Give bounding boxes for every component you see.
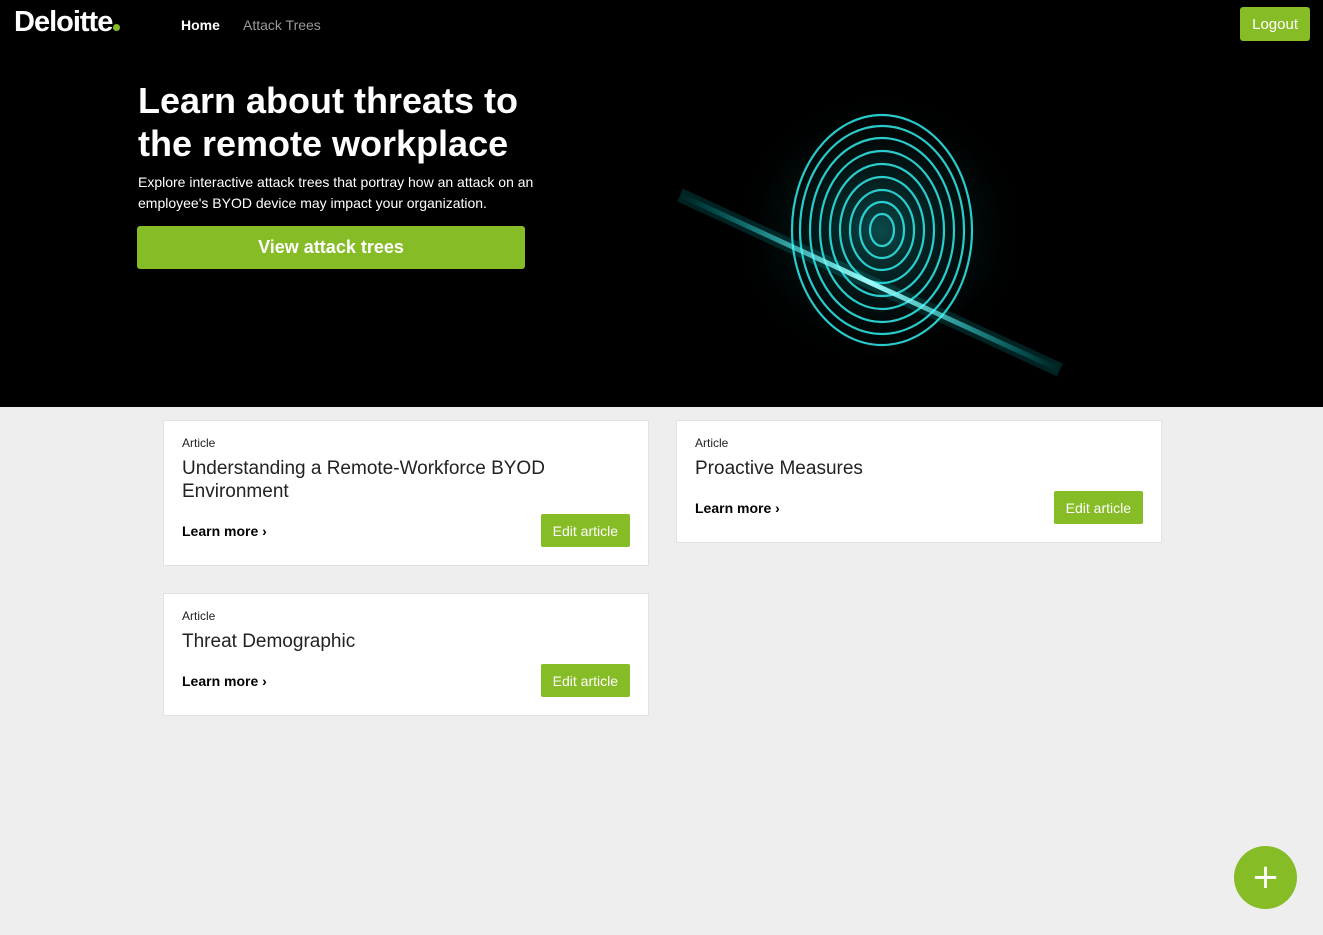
- article-card: Article Understanding a Remote-Workforce…: [163, 420, 649, 566]
- article-kicker: Article: [182, 609, 216, 623]
- plus-icon: +: [1251, 857, 1280, 897]
- edit-article-button[interactable]: Edit article: [540, 664, 630, 697]
- brand-logo[interactable]: Deloitte: [14, 6, 121, 39]
- hero-banner: Learn about threats to the remote workpl…: [0, 50, 1323, 407]
- learn-more-link[interactable]: Learn more ›: [695, 500, 780, 516]
- learn-more-link[interactable]: Learn more ›: [182, 523, 267, 539]
- add-article-button[interactable]: +: [1234, 846, 1297, 909]
- hero-title: Learn about threats to the remote workpl…: [138, 80, 519, 164]
- navbar: Deloitte Home Attack Trees Logout: [0, 0, 1323, 50]
- fingerprint-icon: [677, 90, 1063, 377]
- view-attack-trees-button[interactable]: View attack trees: [137, 226, 525, 269]
- edit-article-button[interactable]: Edit article: [540, 514, 630, 547]
- article-title: Understanding a Remote-Workforce BYOD En…: [182, 458, 545, 502]
- brand-name: Deloitte: [14, 6, 113, 38]
- learn-more-link[interactable]: Learn more ›: [182, 673, 267, 689]
- article-kicker: Article: [695, 436, 729, 450]
- article-card: Article Proactive Measures Learn more › …: [676, 420, 1162, 543]
- article-kicker: Article: [182, 436, 216, 450]
- article-title: Proactive Measures: [695, 458, 863, 479]
- brand-dot-icon: [113, 24, 121, 31]
- edit-article-button[interactable]: Edit article: [1053, 491, 1143, 524]
- nav-attack-trees-link[interactable]: Attack Trees: [243, 17, 321, 33]
- article-card: Article Threat Demographic Learn more › …: [163, 593, 649, 716]
- hero-subtitle: Explore interactive attack trees that po…: [138, 174, 534, 211]
- nav-home-link[interactable]: Home: [181, 17, 220, 33]
- article-title: Threat Demographic: [182, 631, 356, 652]
- logout-button[interactable]: Logout: [1240, 7, 1310, 41]
